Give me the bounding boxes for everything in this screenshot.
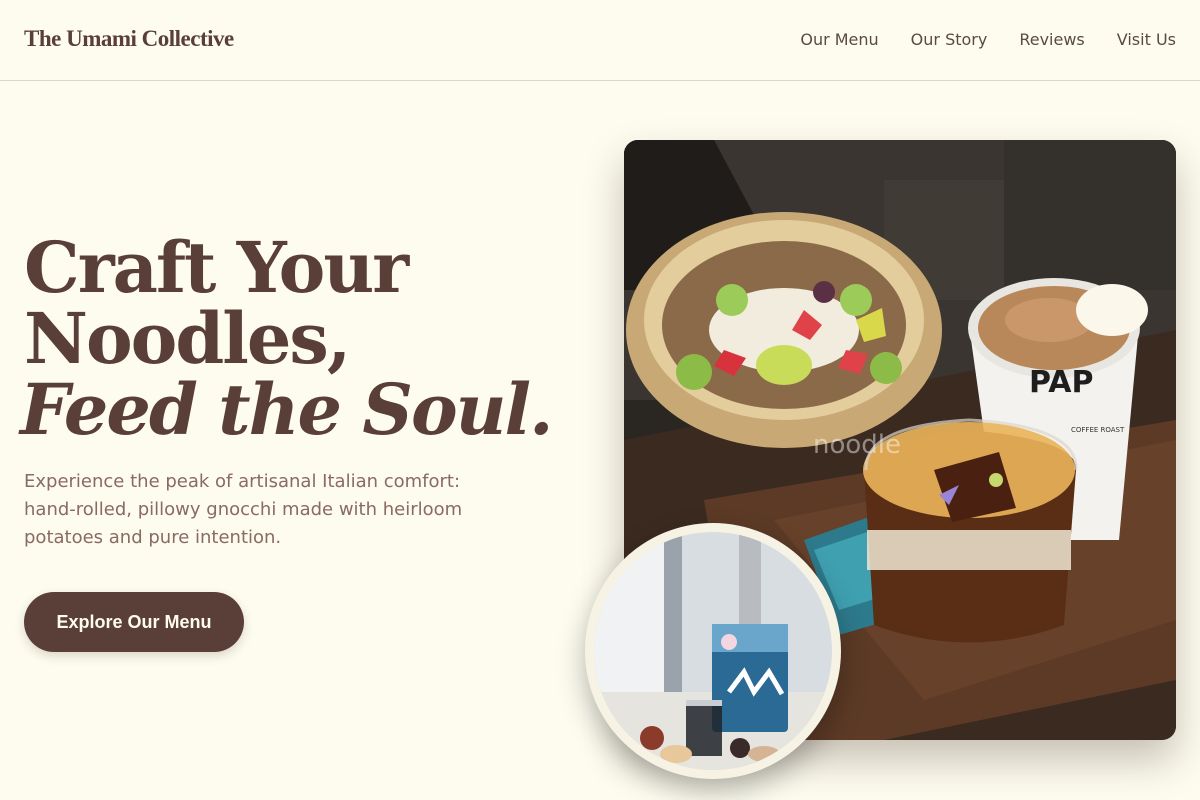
headline-line-3: Feed the Soul. bbox=[20, 368, 553, 451]
hero-headline: Craft Your Noodles, Feed the Soul. bbox=[20, 226, 553, 445]
nav-link-our-story[interactable]: Our Story bbox=[911, 30, 988, 49]
explore-menu-button[interactable]: Explore Our Menu bbox=[24, 592, 244, 652]
secondary-coffee-image bbox=[585, 523, 841, 779]
nav-link-reviews[interactable]: Reviews bbox=[1019, 30, 1084, 49]
cup-brand-text: PAP bbox=[1029, 365, 1093, 400]
nav-link-visit-us[interactable]: Visit Us bbox=[1117, 30, 1176, 49]
brand-logo[interactable]: The Umami Collective bbox=[24, 26, 234, 52]
image-watermark: noodle bbox=[813, 430, 902, 460]
site-header: The Umami Collective Our Menu Our Story … bbox=[0, 0, 1200, 81]
headline-line-1: Craft Your bbox=[24, 226, 409, 309]
hero-subtitle: Experience the peak of artisanal Italian… bbox=[24, 471, 463, 548]
nav-link-our-menu[interactable]: Our Menu bbox=[800, 30, 878, 49]
headline-line-2: Noodles, bbox=[24, 297, 351, 380]
main-nav: Our Menu Our Story Reviews Visit Us bbox=[800, 30, 1176, 49]
cup-brand-subtext: COFFEE ROAST bbox=[1071, 426, 1125, 434]
